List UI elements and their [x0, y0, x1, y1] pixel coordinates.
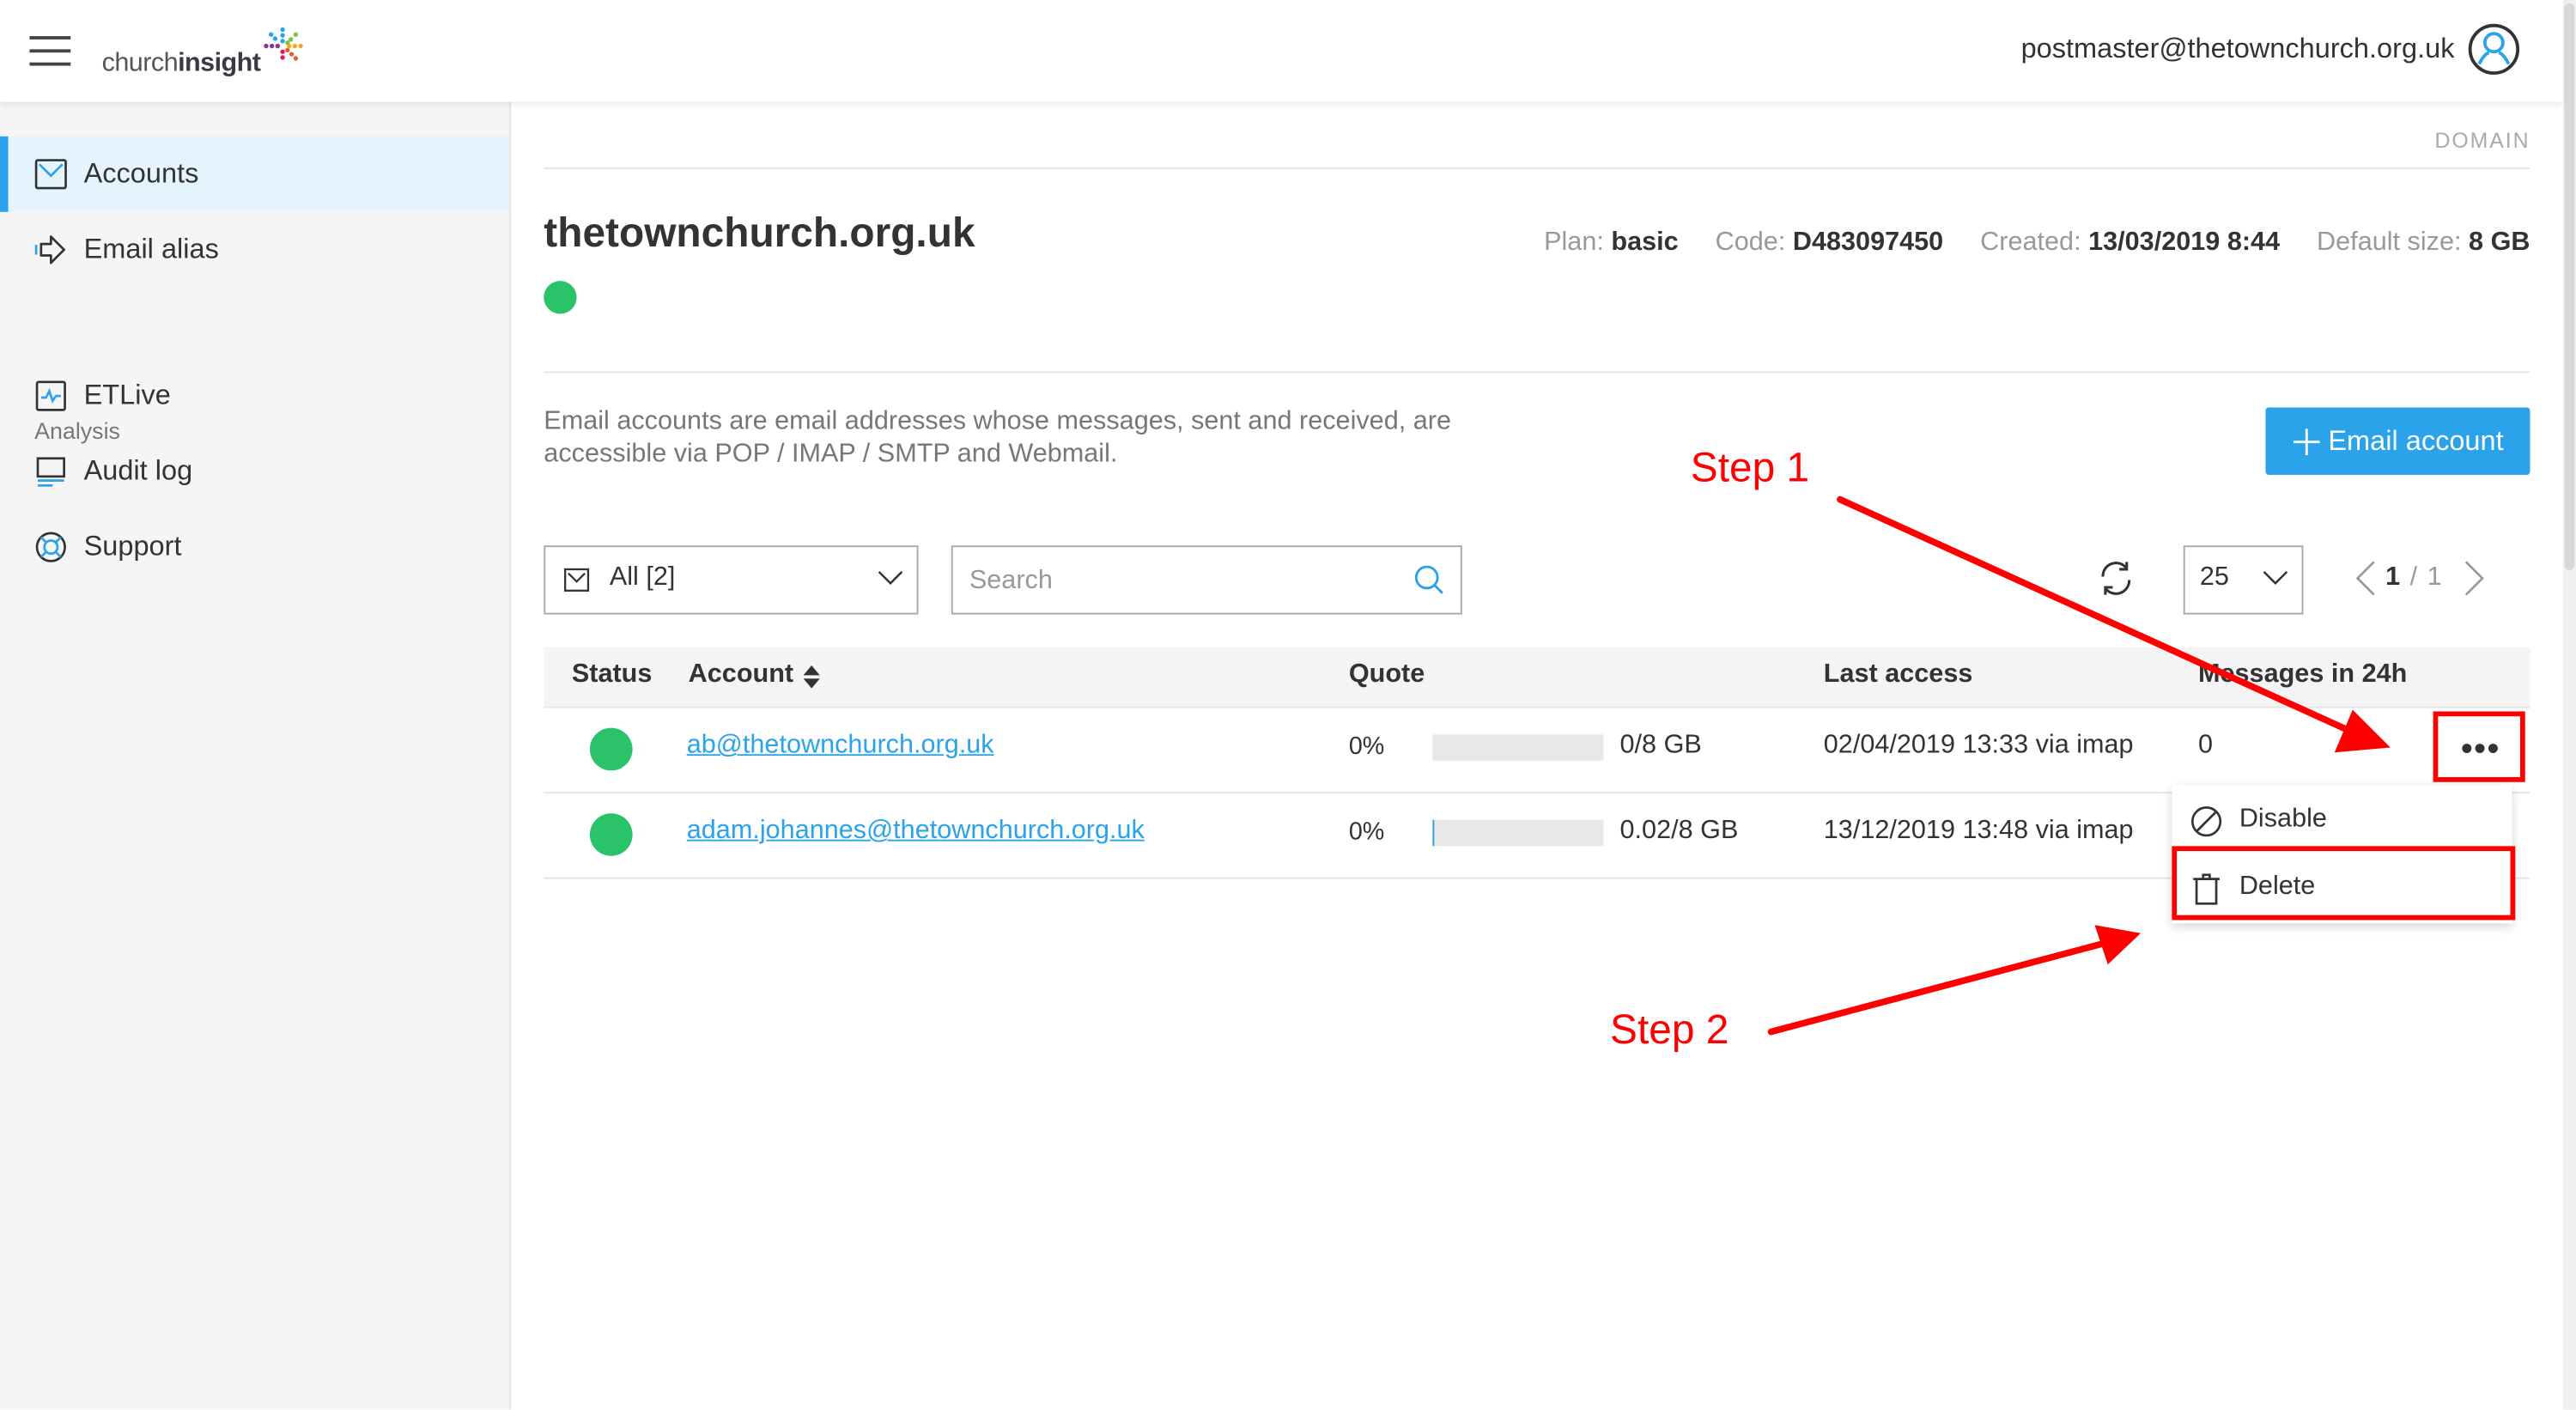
- sidebar-item-audit-log[interactable]: Audit log: [0, 434, 509, 509]
- logo-text-light: church: [102, 49, 178, 78]
- logo-text-bold: insight: [178, 49, 260, 78]
- created-label: Created:: [1980, 228, 2081, 257]
- sidebar-item-accounts[interactable]: Accounts: [0, 137, 509, 212]
- add-button-label: Email account: [2328, 425, 2503, 458]
- logo[interactable]: churchinsight: [102, 29, 305, 78]
- envelope-icon: [34, 158, 67, 191]
- scrollbar-thumb[interactable]: [2565, 3, 2574, 570]
- col-messages: Messages in 24h: [2198, 660, 2407, 690]
- pagination: 1 / 1: [2356, 560, 2485, 596]
- annotation-step2-label: Step 2: [1610, 1007, 1728, 1054]
- code-value: D483097450: [1793, 228, 1943, 257]
- last-access: 13/12/2019 13:48 via imap: [1824, 817, 2134, 846]
- menu-item-label: Disable: [2239, 805, 2327, 835]
- pulse-chart-icon: [34, 380, 67, 412]
- status-dot: [590, 728, 633, 771]
- chevron-down-icon: [878, 570, 904, 586]
- annotation-step1-label: Step 1: [1691, 446, 1809, 493]
- annotation-arrow-step2: [1771, 941, 2111, 1031]
- lifebuoy-icon: [34, 531, 67, 563]
- user-email: postmaster@thetownchurch.org.uk: [2021, 33, 2455, 65]
- sidebar-item-email-alias[interactable]: Email alias: [0, 212, 509, 288]
- search-input[interactable]: [966, 560, 1400, 603]
- status-dot: [590, 813, 633, 856]
- chevron-right-icon[interactable]: [2464, 560, 2484, 596]
- app-window: churchinsight postmaster@thetownchurch.o…: [0, 0, 2576, 1410]
- sidebar-item-etlive[interactable]: ETLive: [0, 358, 509, 434]
- account-link[interactable]: ab@thetownchurch.org.uk: [687, 731, 994, 760]
- monitor-icon: [34, 455, 67, 488]
- add-email-account-button[interactable]: Email account: [2265, 407, 2530, 474]
- forward-arrow-icon: [34, 234, 67, 266]
- chevron-left-icon[interactable]: [2356, 560, 2376, 596]
- usage-percent: 0%: [1349, 732, 1384, 761]
- per-page-select[interactable]: 25: [2184, 545, 2304, 614]
- user-circle-icon[interactable]: [2468, 23, 2520, 76]
- chevron-down-icon: [2263, 570, 2289, 586]
- top-bar: churchinsight postmaster@thetownchurch.o…: [0, 0, 2563, 102]
- sidebar-item-label: Support: [84, 531, 182, 563]
- annotation-arrowhead-step2: [2094, 925, 2141, 964]
- sidebar-item-label: Email alias: [84, 234, 219, 266]
- per-page-value: 25: [2200, 563, 2229, 593]
- col-last-access: Last access: [1824, 660, 1973, 690]
- plan-value: basic: [1611, 228, 1678, 257]
- total-pages: 1: [2427, 563, 2442, 593]
- domain-meta: Plan: basic Code: D483097450 Created: 13…: [1544, 228, 2530, 258]
- page-separator: /: [2410, 563, 2418, 593]
- menu-item-disable[interactable]: Disable: [2172, 788, 2512, 854]
- divider: [544, 167, 2530, 169]
- hamburger-icon[interactable]: [29, 36, 70, 65]
- sidebar-item-label: Accounts: [84, 158, 199, 191]
- size-value: 8 GB: [2469, 228, 2530, 257]
- usage-bar: [1432, 734, 1603, 761]
- description: Email accounts are email addresses whose…: [544, 406, 1529, 472]
- search-icon[interactable]: [1413, 563, 1445, 596]
- sidebar: Accounts Email alias Analysis ETLive Aud…: [0, 102, 511, 1410]
- account-link[interactable]: adam.johannes@thetownchurch.org.uk: [687, 817, 1145, 846]
- user-menu[interactable]: postmaster@thetownchurch.org.uk: [2021, 23, 2520, 76]
- block-icon: [2190, 805, 2222, 838]
- quota-value: 0/8 GB: [1620, 731, 1702, 760]
- created-value: 13/03/2019 8:44: [2088, 228, 2280, 257]
- envelope-icon: [563, 567, 590, 593]
- logo-sparkle-icon: [262, 27, 305, 70]
- messages-count: 0: [2198, 731, 2213, 760]
- usage-percent: 0%: [1349, 818, 1384, 847]
- page-title: thetownchurch.org.uk: [544, 210, 975, 258]
- quota-value: 0.02/8 GB: [1620, 817, 1739, 846]
- current-page: 1: [2385, 563, 2400, 593]
- col-status: Status: [572, 660, 653, 690]
- account-filter-select[interactable]: All [2]: [544, 545, 918, 614]
- code-label: Code:: [1716, 228, 1786, 257]
- page-scrollbar[interactable]: [2563, 0, 2576, 1410]
- filter-value: All [2]: [610, 563, 676, 593]
- sort-icon[interactable]: [802, 664, 822, 690]
- annotation-highlight-step2: [2172, 846, 2515, 920]
- plan-label: Plan:: [1544, 228, 1604, 257]
- sidebar-item-label: Audit log: [84, 455, 193, 488]
- section-tag: DOMAIN: [2435, 128, 2530, 153]
- plus-icon: [2292, 427, 2321, 456]
- last-access: 02/04/2019 13:33 via imap: [1824, 731, 2134, 760]
- table-row: ab@thetownchurch.org.uk 0% 0/8 GB 02/04/…: [544, 708, 2530, 793]
- annotation-highlight-step1: [2433, 711, 2525, 781]
- col-account[interactable]: Account: [689, 660, 793, 690]
- usage-bar: [1432, 820, 1603, 847]
- divider: [544, 371, 2530, 373]
- col-quote: Quote: [1349, 660, 1425, 690]
- domain-status-dot: [544, 281, 576, 313]
- table-header: Status Account Quote Last access Message…: [544, 647, 2530, 708]
- size-label: Default size:: [2317, 228, 2461, 257]
- refresh-icon[interactable]: [2096, 559, 2136, 599]
- sidebar-item-support[interactable]: Support: [0, 509, 509, 585]
- sidebar-item-label: ETLive: [84, 380, 171, 412]
- search-box: [951, 545, 1462, 614]
